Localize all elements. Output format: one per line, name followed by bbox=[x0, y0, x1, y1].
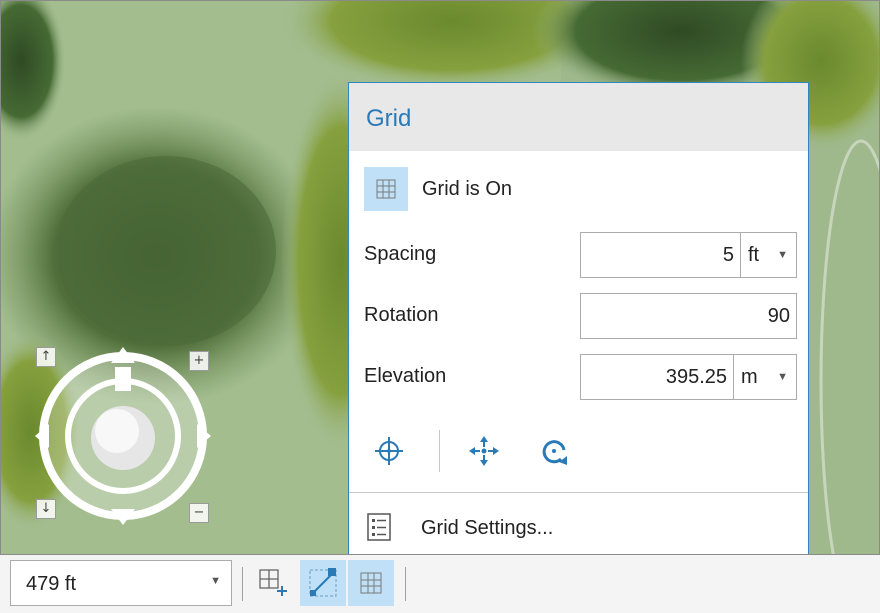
scale-dropdown[interactable]: 479 ft ▼ bbox=[10, 560, 232, 606]
chevron-down-icon: ▼ bbox=[210, 575, 221, 587]
panel-divider bbox=[349, 492, 808, 493]
elevation-row: Elevation 395.25 m ▼ bbox=[364, 354, 799, 400]
elevation-unit-value: m bbox=[741, 366, 758, 388]
grid-settings-label: Grid Settings... bbox=[421, 517, 554, 539]
snap-grid-icon[interactable] bbox=[300, 560, 346, 606]
map-view[interactable]: ↑ ↓ + − Grid Grid is On Spacing 5 ft ▼ R… bbox=[0, 0, 880, 555]
spacing-unit-value: ft bbox=[748, 244, 760, 266]
move-icon[interactable] bbox=[459, 426, 509, 476]
navigator-control[interactable]: ↑ ↓ + − bbox=[31, 311, 221, 541]
tools-separator bbox=[439, 430, 440, 472]
grid-settings-button[interactable]: Grid Settings... bbox=[364, 506, 794, 550]
rotation-input[interactable]: 90 bbox=[580, 293, 797, 339]
crosshair-icon[interactable] bbox=[364, 426, 414, 476]
grid-panel-title: Grid bbox=[366, 105, 412, 132]
grid-panel-header: Grid bbox=[349, 83, 808, 151]
grid-toggle-row[interactable]: Grid is On bbox=[364, 167, 794, 211]
settings-list-icon bbox=[367, 513, 391, 541]
grid-panel: Grid Grid is On Spacing 5 ft ▼ Rotation … bbox=[348, 82, 809, 554]
rotation-label: Rotation bbox=[364, 304, 439, 326]
navigator-up-icon[interactable]: ↑ bbox=[36, 347, 56, 367]
spacing-row: Spacing 5 ft ▼ bbox=[364, 232, 799, 278]
spacing-input[interactable]: 5 bbox=[580, 232, 741, 278]
rotation-row: Rotation 90 bbox=[364, 293, 799, 339]
grid-tools bbox=[364, 426, 604, 476]
zoom-out-icon[interactable]: − bbox=[189, 503, 209, 523]
grid-toggle-icon[interactable] bbox=[348, 560, 394, 606]
zoom-in-icon[interactable]: + bbox=[189, 351, 209, 371]
elevation-input[interactable]: 395.25 bbox=[580, 354, 734, 400]
spacing-label: Spacing bbox=[364, 243, 437, 265]
chevron-down-icon: ▼ bbox=[777, 371, 788, 383]
grid-toggle-label: Grid is On bbox=[422, 178, 513, 200]
status-separator bbox=[405, 567, 406, 601]
scale-value: 479 ft bbox=[26, 573, 77, 595]
elevation-unit-dropdown[interactable]: m ▼ bbox=[734, 354, 797, 400]
spacing-unit-dropdown[interactable]: ft ▼ bbox=[741, 232, 797, 278]
rotate-icon[interactable] bbox=[529, 426, 579, 476]
elevation-label: Elevation bbox=[364, 365, 447, 387]
navigator-down-icon[interactable]: ↓ bbox=[36, 499, 56, 519]
grid-icon[interactable] bbox=[364, 167, 408, 211]
status-separator bbox=[242, 567, 243, 601]
grid-add-icon[interactable] bbox=[252, 560, 298, 606]
status-bar: 479 ft ▼ bbox=[0, 555, 880, 613]
chevron-down-icon: ▼ bbox=[777, 249, 788, 261]
